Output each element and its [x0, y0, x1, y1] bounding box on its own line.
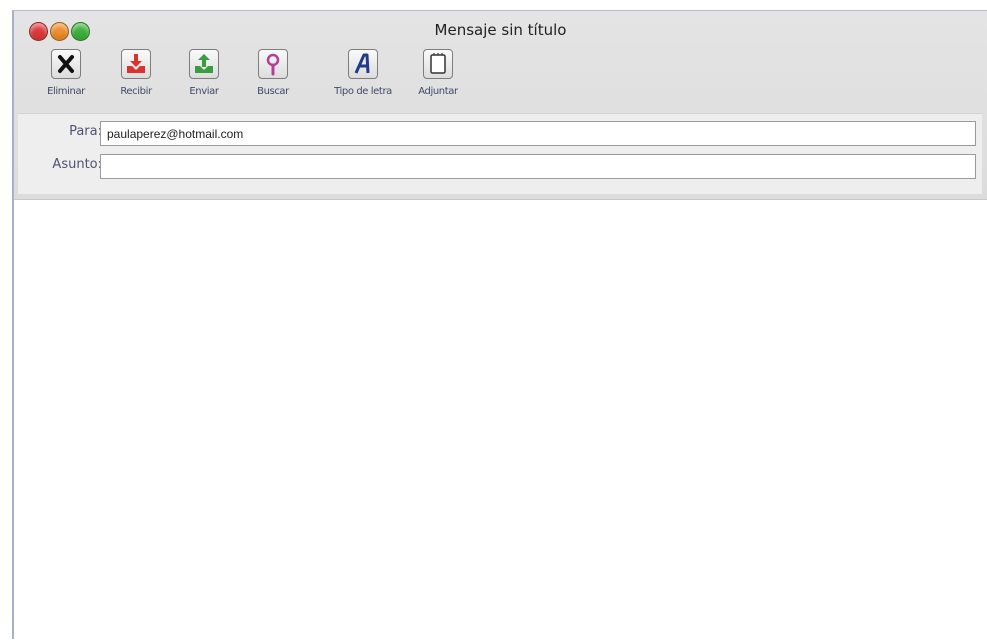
to-label: Para:	[69, 124, 102, 139]
send-label: Enviar	[189, 86, 219, 97]
search-button[interactable]: Buscar	[243, 49, 303, 97]
delete-button[interactable]: Eliminar	[36, 49, 96, 97]
attach-button[interactable]: Adjuntar	[408, 49, 468, 97]
delete-label: Eliminar	[47, 86, 85, 97]
attach-icon	[423, 49, 453, 79]
receive-label: Recibir	[120, 86, 152, 97]
window-title: Mensaje sin título	[434, 21, 567, 39]
receive-icon	[121, 49, 151, 79]
font-label: Tipo de letra	[334, 86, 392, 97]
search-label: Buscar	[257, 86, 289, 97]
attach-label: Adjuntar	[418, 86, 458, 97]
font-icon	[348, 49, 378, 79]
subject-label: Asunto:	[52, 157, 102, 172]
delete-icon	[51, 49, 81, 79]
mail-compose-window: Mensaje sin título Eliminar Recibir Envi…	[12, 10, 987, 640]
search-icon	[258, 49, 288, 79]
font-button[interactable]: Tipo de letra	[333, 49, 393, 97]
to-row: Para:	[18, 118, 982, 146]
receive-button[interactable]: Recibir	[106, 49, 166, 97]
message-body[interactable]	[14, 200, 987, 640]
window-header: Mensaje sin título Eliminar Recibir Envi…	[14, 11, 987, 200]
send-icon	[189, 49, 219, 79]
subject-field[interactable]	[100, 154, 976, 179]
send-button[interactable]: Enviar	[174, 49, 234, 97]
header-fields: Para: Asunto:	[18, 113, 982, 194]
to-field[interactable]	[100, 121, 976, 146]
subject-row: Asunto:	[18, 151, 982, 179]
